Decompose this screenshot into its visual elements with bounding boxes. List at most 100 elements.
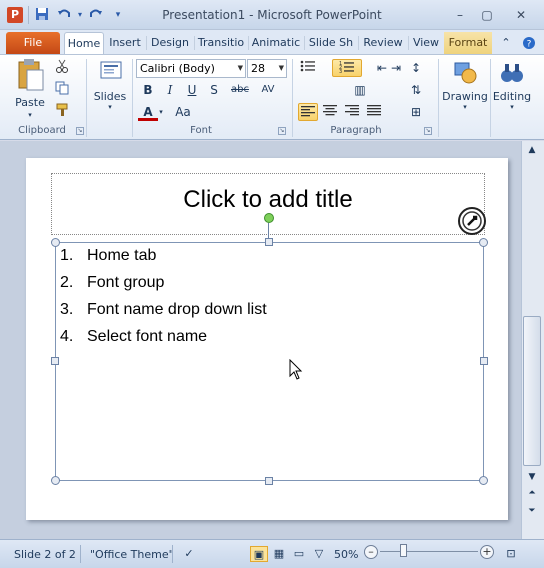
font-name-dropdown[interactable]: Calibri (Body) ▼ bbox=[136, 59, 246, 78]
customize-qat-icon[interactable]: ▾ bbox=[110, 7, 126, 23]
title-placeholder-text[interactable]: Click to add title bbox=[51, 186, 485, 214]
undo-icon[interactable] bbox=[56, 7, 72, 23]
save-icon[interactable] bbox=[34, 7, 50, 23]
slide-sorter-icon[interactable]: ▦ bbox=[270, 546, 288, 562]
resize-handle-bottom-right[interactable] bbox=[479, 476, 488, 485]
tab-design[interactable]: Design bbox=[148, 32, 192, 54]
resize-handle-left[interactable] bbox=[51, 357, 59, 365]
paste-icon bbox=[15, 58, 45, 91]
tab-format[interactable]: Format bbox=[444, 32, 492, 54]
numbering-button[interactable]: 123 bbox=[332, 59, 362, 77]
font-size-dropdown[interactable]: 28 ▼ bbox=[247, 59, 287, 78]
numbered-list[interactable]: 1. Home tab 2. Font group 3. Font name drop… bbox=[60, 246, 267, 354]
resize-handle-right[interactable] bbox=[480, 357, 488, 365]
group-separator bbox=[292, 59, 293, 137]
zoom-out-button[interactable]: – bbox=[364, 545, 378, 559]
strikethrough-button[interactable]: abc bbox=[228, 81, 252, 99]
clipboard-launcher-icon[interactable]: ↘ bbox=[76, 127, 84, 135]
tab-separator bbox=[248, 36, 249, 50]
zoom-slider-thumb[interactable] bbox=[400, 544, 407, 557]
previous-slide-icon[interactable]: ⏶ bbox=[523, 486, 541, 500]
fit-to-window-icon[interactable]: ⊡ bbox=[502, 546, 520, 562]
list-item-text[interactable]: Font group bbox=[87, 273, 164, 300]
editing-button[interactable]: Editing ▾ bbox=[492, 58, 532, 111]
tab-animations[interactable]: Animatic bbox=[250, 32, 302, 54]
zoom-level[interactable]: 50% bbox=[334, 548, 358, 561]
tab-slide-show[interactable]: Slide Sh bbox=[306, 32, 356, 54]
paragraph-launcher-icon[interactable]: ↘ bbox=[424, 127, 432, 135]
slide-show-icon[interactable]: ▽ bbox=[310, 546, 328, 562]
character-spacing-button[interactable]: AV bbox=[256, 81, 280, 99]
zoom-in-button[interactable]: + bbox=[480, 545, 494, 559]
tab-insert[interactable]: Insert bbox=[106, 32, 144, 54]
slides-icon bbox=[95, 58, 125, 88]
list-item-text[interactable]: Select font name bbox=[87, 327, 207, 354]
columns-icon[interactable]: ▥ bbox=[350, 81, 370, 99]
align-right-icon[interactable] bbox=[342, 103, 362, 121]
minimize-ribbon-icon[interactable]: ⌃ bbox=[496, 32, 516, 54]
scroll-down-icon[interactable]: ▼ bbox=[523, 470, 541, 484]
text-direction-icon[interactable]: ⇅ bbox=[406, 81, 426, 99]
theme-name[interactable]: "Office Theme" bbox=[90, 548, 174, 561]
tab-file[interactable]: File bbox=[6, 32, 60, 54]
resize-handle-top-left[interactable] bbox=[51, 238, 60, 247]
font-color-button[interactable]: A bbox=[138, 103, 158, 121]
minimize-button[interactable]: – bbox=[447, 5, 473, 25]
cut-icon[interactable] bbox=[52, 59, 72, 77]
slides-button[interactable]: Slides ▾ bbox=[92, 58, 128, 111]
resize-handle-bottom[interactable] bbox=[265, 477, 273, 485]
binoculars-icon bbox=[497, 58, 527, 88]
align-left-button[interactable] bbox=[298, 103, 318, 121]
rotation-handle[interactable] bbox=[264, 213, 274, 223]
font-launcher-icon[interactable]: ↘ bbox=[278, 127, 286, 135]
help-icon[interactable]: ? bbox=[518, 32, 540, 54]
scroll-up-icon[interactable]: ▲ bbox=[523, 143, 541, 157]
tab-transitions[interactable]: Transitio bbox=[196, 32, 246, 54]
scrollbar-thumb[interactable] bbox=[523, 316, 541, 466]
svg-text:3: 3 bbox=[339, 69, 342, 74]
undo-dropdown-icon[interactable]: ▾ bbox=[72, 7, 88, 23]
resize-handle-top[interactable] bbox=[265, 238, 273, 246]
justify-icon[interactable] bbox=[364, 103, 384, 121]
list-item[interactable]: 3. Font name drop down list bbox=[60, 300, 267, 327]
powerpoint-app-icon[interactable]: P bbox=[7, 7, 23, 23]
font-color-dropdown-icon[interactable]: ▾ bbox=[156, 103, 166, 121]
svg-text:?: ? bbox=[527, 40, 532, 50]
autofit-options-icon[interactable] bbox=[458, 207, 486, 235]
increase-indent-icon[interactable]: ⇥ bbox=[386, 59, 406, 77]
list-item[interactable]: 2. Font group bbox=[60, 273, 267, 300]
spell-check-icon[interactable]: ✓ bbox=[180, 546, 198, 562]
list-item[interactable]: 1. Home tab bbox=[60, 246, 267, 273]
zoom-slider-track[interactable] bbox=[380, 551, 478, 552]
next-slide-icon[interactable]: ⏷ bbox=[523, 504, 541, 518]
close-button[interactable]: ✕ bbox=[508, 5, 534, 25]
list-item-text[interactable]: Font name drop down list bbox=[87, 300, 267, 327]
smartart-icon[interactable]: ⊞ bbox=[406, 103, 426, 121]
resize-handle-top-right[interactable] bbox=[479, 238, 488, 247]
list-item[interactable]: 4. Select font name bbox=[60, 327, 267, 354]
bullets-icon[interactable] bbox=[298, 59, 318, 77]
italic-button[interactable]: I bbox=[160, 81, 180, 99]
line-spacing-icon[interactable]: ↕ bbox=[406, 59, 426, 77]
copy-icon[interactable] bbox=[52, 81, 72, 99]
tab-view[interactable]: View bbox=[410, 32, 442, 54]
redo-icon[interactable] bbox=[88, 7, 104, 23]
tab-review[interactable]: Review bbox=[360, 32, 406, 54]
underline-button[interactable]: U bbox=[182, 81, 202, 99]
paste-button[interactable]: Paste ▾ bbox=[10, 58, 50, 119]
bold-button[interactable]: B bbox=[138, 81, 158, 99]
resize-handle-bottom-left[interactable] bbox=[51, 476, 60, 485]
group-separator bbox=[132, 59, 133, 137]
tab-separator bbox=[146, 36, 147, 50]
format-painter-icon[interactable] bbox=[52, 103, 72, 121]
tab-home[interactable]: Home bbox=[64, 32, 104, 54]
normal-view-icon[interactable]: ▣ bbox=[250, 546, 268, 562]
reading-view-icon[interactable]: ▭ bbox=[290, 546, 308, 562]
drawing-button[interactable]: Drawing ▾ bbox=[442, 58, 488, 111]
list-item-text[interactable]: Home tab bbox=[87, 246, 156, 273]
editing-dropdown-icon: ▾ bbox=[510, 103, 514, 111]
maximize-button[interactable]: ▢ bbox=[474, 5, 500, 25]
list-item-number: 2. bbox=[60, 274, 74, 291]
change-case-button[interactable]: Aa bbox=[170, 103, 196, 121]
align-center-icon[interactable] bbox=[320, 103, 340, 121]
